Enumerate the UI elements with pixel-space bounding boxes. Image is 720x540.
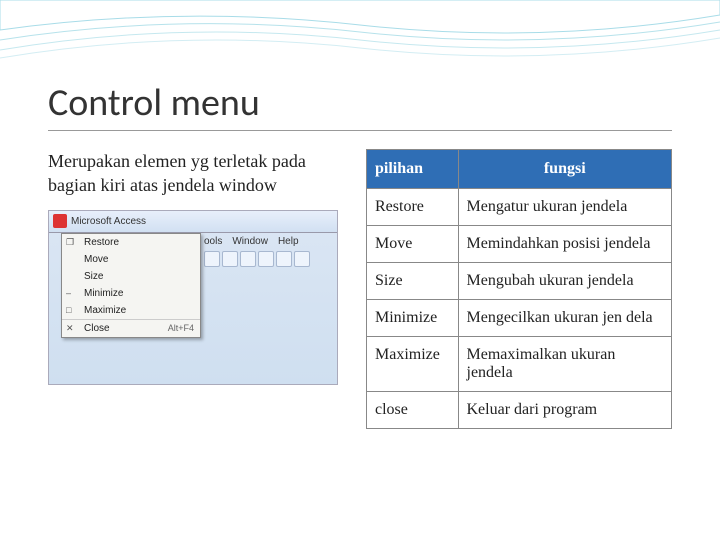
- th-pilihan: pilihan: [367, 150, 459, 189]
- table-row: SizeMengubah ukuran jendela: [367, 263, 672, 300]
- function-table: pilihan fungsi RestoreMengatur ukuran je…: [366, 149, 672, 429]
- menu-item: ❐Restore: [62, 234, 200, 251]
- menu-item: Size: [62, 268, 200, 285]
- screenshot-control-menu: Microsoft Access ools Window Help ❐Resto…: [48, 210, 338, 385]
- menu-item: –Minimize: [62, 285, 200, 302]
- menu-item: □Maximize: [62, 302, 200, 319]
- table-row: closeKeluar dari program: [367, 392, 672, 429]
- menu-item: Move: [62, 251, 200, 268]
- menu-item: ✕CloseAlt+F4: [62, 319, 200, 337]
- description-text: Merupakan elemen yg terletak pada bagian…: [48, 149, 338, 198]
- control-menu-popup: ❐RestoreMoveSize–Minimize□Maximize✕Close…: [61, 233, 201, 338]
- table-row: MoveMemindahkan posisi jendela: [367, 226, 672, 263]
- toolbar: [204, 251, 310, 267]
- slide-title: Control menu: [48, 80, 672, 131]
- table-row: MaximizeMemaximalkan ukuran jendela: [367, 337, 672, 392]
- app-title: Microsoft Access: [71, 216, 146, 227]
- table-row: RestoreMengatur ukuran jendela: [367, 189, 672, 226]
- app-icon: [53, 214, 67, 228]
- menubar: ools Window Help: [204, 233, 299, 250]
- th-fungsi: fungsi: [458, 150, 672, 189]
- table-row: MinimizeMengecilkan ukuran jen dela: [367, 300, 672, 337]
